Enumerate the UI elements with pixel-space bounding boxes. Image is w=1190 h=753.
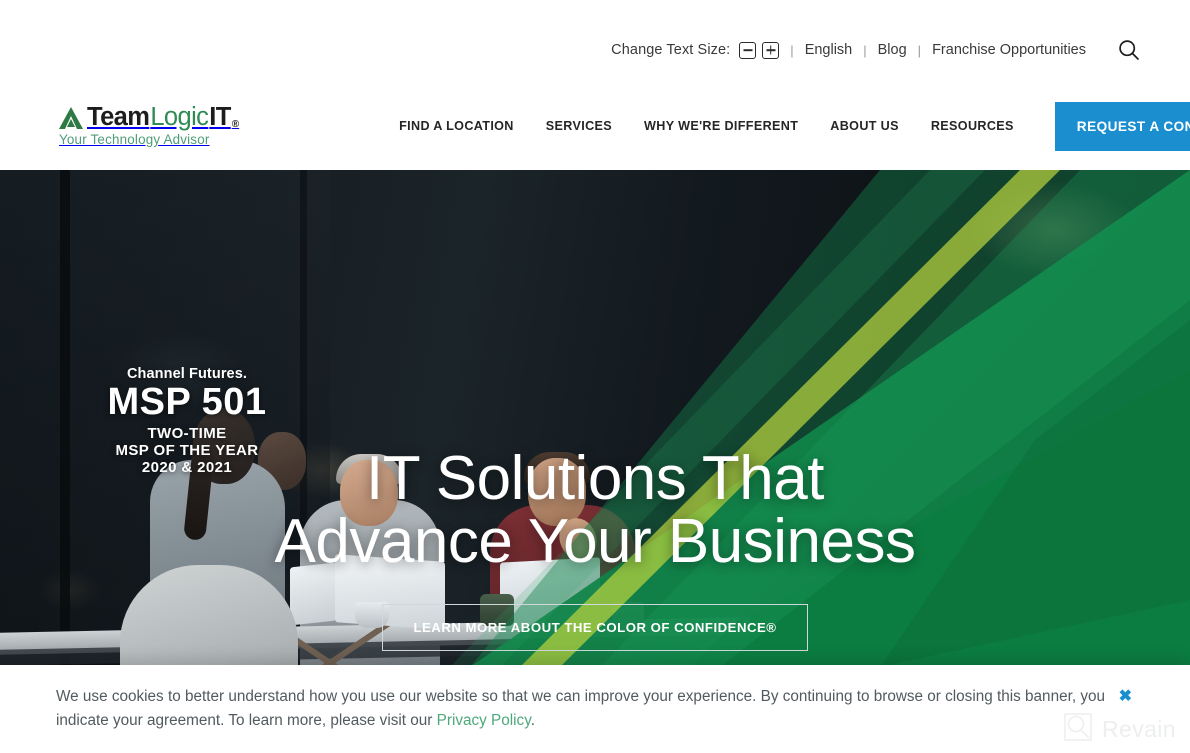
main-navigation: Team Logic IT ® Your Technology Advisor … xyxy=(0,82,1190,170)
nav-links: FIND A LOCATION SERVICES WHY WE'RE DIFFE… xyxy=(383,101,1190,151)
learn-more-color-of-confidence-button[interactable]: LEARN MORE ABOUT THE COLOR OF CONFIDENCE… xyxy=(382,604,808,651)
plus-square-icon[interactable] xyxy=(762,41,780,59)
window-mullion-left xyxy=(60,170,70,667)
cookie-text-part-2: . xyxy=(530,711,535,729)
utility-link-blog[interactable]: Blog xyxy=(878,42,907,58)
nav-item-find-a-location[interactable]: FIND A LOCATION xyxy=(383,119,530,133)
privacy-policy-link[interactable]: Privacy Policy xyxy=(437,712,531,729)
logo-tagline: Your Technology Advisor xyxy=(59,132,210,148)
page-root: Change Text Size: | English | Blog | Fra… xyxy=(0,0,1190,753)
search-icon[interactable] xyxy=(1116,37,1142,63)
nav-item-resources[interactable]: RESOURCES xyxy=(915,119,1030,133)
cookie-banner-text: We use cookies to better understand how … xyxy=(56,685,1106,732)
utility-separator-3: | xyxy=(917,42,922,58)
text-size-label: Change Text Size: xyxy=(611,42,731,58)
cookie-consent-banner: We use cookies to better understand how … xyxy=(0,665,1190,753)
nav-item-services[interactable]: SERVICES xyxy=(530,119,628,133)
utility-link-english[interactable]: English xyxy=(805,42,853,58)
cookie-text-part-1: We use cookies to better understand how … xyxy=(56,688,1105,729)
logo-trademark: ® xyxy=(231,119,240,131)
utility-separator-2: | xyxy=(863,42,867,58)
close-icon[interactable]: ✖ xyxy=(1119,689,1132,705)
logo-text-logic: Logic xyxy=(150,102,209,131)
nav-item-why-were-different[interactable]: WHY WE'RE DIFFERENT xyxy=(628,119,814,133)
text-size-controls xyxy=(739,41,780,59)
utility-separator-1: | xyxy=(790,42,794,58)
logo-text-team: Team xyxy=(87,102,150,131)
utility-bar: Change Text Size: | English | Blog | Fra… xyxy=(0,0,1190,82)
nav-item-about-us[interactable]: ABOUT US xyxy=(814,119,915,133)
teamlogic-triangle-icon xyxy=(58,106,84,130)
hero-heading-line-2: Advance Your Business xyxy=(274,506,916,576)
site-logo[interactable]: Team Logic IT ® Your Technology Advisor xyxy=(58,102,240,148)
hero-heading-text: IT Solutions That Advance Your Business xyxy=(0,447,1190,576)
utility-bar-inner: Change Text Size: | English | Blog | Fra… xyxy=(611,19,1142,63)
logo-wordmark: Team Logic IT ® xyxy=(58,102,240,131)
badge-line-1: TWO-TIME xyxy=(147,424,227,442)
badge-award: MSP 501 xyxy=(107,381,267,423)
badge-brand: Channel Futures. xyxy=(126,366,248,382)
request-a-consultation-button[interactable]: REQUEST A CONSULTATION xyxy=(1054,101,1190,151)
hero-heading-line-1: IT Solutions That xyxy=(366,444,824,513)
hero-cta-wrapper: LEARN MORE ABOUT THE COLOR OF CONFIDENCE… xyxy=(0,604,1190,651)
hero-heading: IT Solutions That Advance Your Business xyxy=(0,447,1190,576)
utility-link-franchise-opportunities[interactable]: Franchise Opportunities xyxy=(932,42,1086,58)
hero-banner: Channel Futures. MSP 501 TWO-TIME MSP OF… xyxy=(0,170,1190,667)
logo-text-it: IT xyxy=(209,102,231,131)
minus-square-icon[interactable] xyxy=(739,41,757,59)
